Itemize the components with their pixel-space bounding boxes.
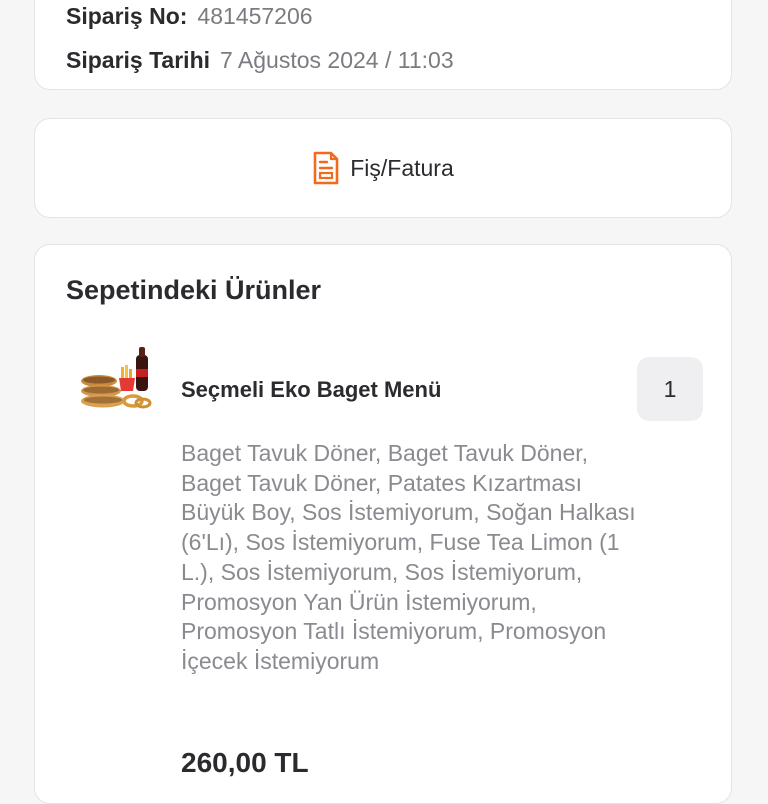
basket-card: Sepetindeki Ürünler Seçmeli Eko Baget Me… xyxy=(34,244,732,804)
product-description: Baget Tavuk Döner, Baget Tavuk Döner, Ba… xyxy=(181,440,636,674)
order-number-row: Sipariş No: 481457206 xyxy=(66,3,313,30)
receipt-button[interactable]: Fiş/Fatura xyxy=(34,118,732,218)
order-date-value: 7 Ağustos 2024 / 11:03 xyxy=(220,47,454,73)
order-info-card: Sipariş No: 481457206 Sipariş Tarihi 7 Ağu… xyxy=(34,0,732,90)
order-date-row: Sipariş Tarihi 7 Ağustos 2024 / 11:03 xyxy=(66,47,454,74)
receipt-icon xyxy=(313,151,339,185)
order-number-value: 481457206 xyxy=(197,3,313,29)
order-date-label: Sipariş Tarihi xyxy=(66,47,211,73)
product-image xyxy=(81,347,152,409)
product-name: Seçmeli Eko Baget Menü xyxy=(181,377,442,402)
order-number-label: Sipariş No: xyxy=(66,3,188,29)
quantity-badge: 1 xyxy=(637,357,703,421)
product-price: 260,00 TL xyxy=(181,747,309,778)
receipt-label: Fiş/Fatura xyxy=(350,154,454,181)
basket-title: Sepetindeki Ürünler xyxy=(66,275,322,305)
